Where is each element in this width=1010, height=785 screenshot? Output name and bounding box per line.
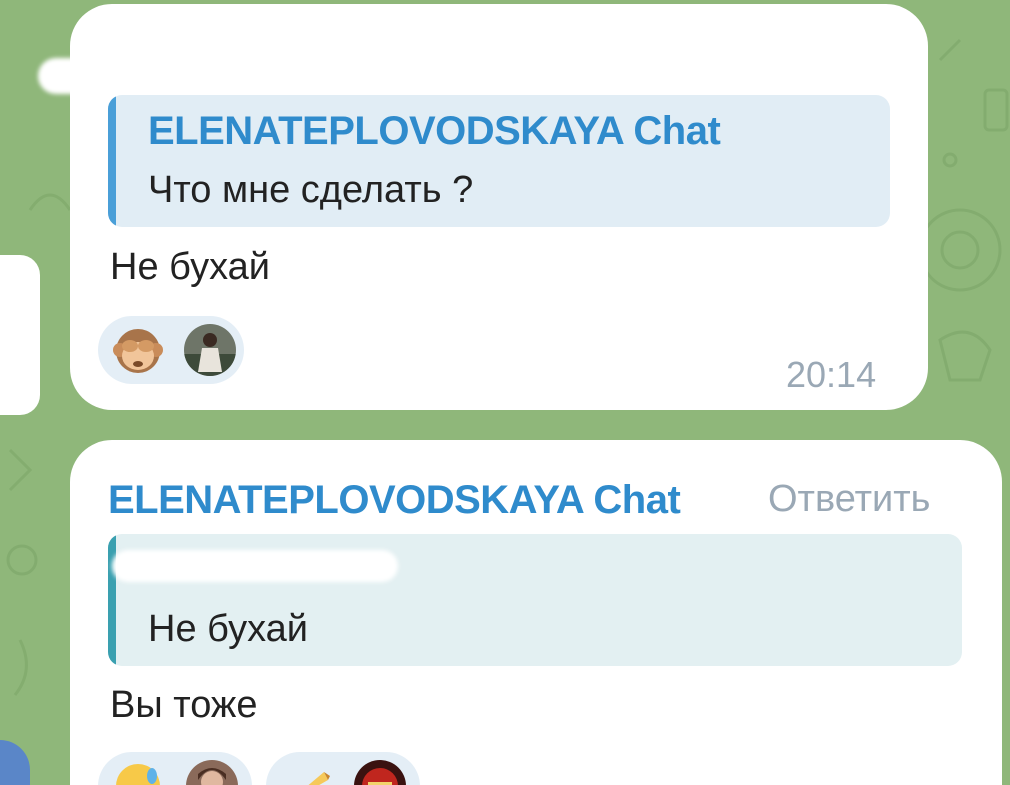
- user-avatar: [184, 324, 236, 376]
- reaction-chip[interactable]: [98, 316, 244, 384]
- reaction-chip[interactable]: [266, 752, 420, 785]
- quote-author: ELENATEPLOVODSKAYA Chat: [148, 109, 721, 153]
- quote-text: Что мне сделать ?: [148, 169, 474, 211]
- rolling-laughing-icon: [112, 760, 164, 785]
- reaction-chip[interactable]: [98, 752, 252, 785]
- user-avatar: [186, 760, 238, 785]
- reply-quote[interactable]: ELENATEPLOVODSKAYA Chat Что мне сделать …: [108, 95, 890, 227]
- reply-button[interactable]: Ответить: [768, 478, 930, 521]
- message-text: Вы тоже: [110, 684, 258, 726]
- message-text: Не бухай: [110, 246, 270, 288]
- quote-text: Не бухай: [148, 608, 308, 650]
- sender-name[interactable]: ELENATEPLOVODSKAYA Chat: [108, 478, 681, 523]
- user-avatar: [354, 760, 406, 785]
- redacted-name-scribble: [38, 58, 368, 94]
- message-timestamp: 20:14: [786, 354, 877, 395]
- left-edge-avatar-fragment: [0, 740, 30, 785]
- redacted-name-scribble: [112, 550, 398, 582]
- pizza-slice-icon: [280, 760, 332, 785]
- left-edge-fragment: [0, 255, 40, 415]
- see-no-evil-monkey-icon: [112, 324, 164, 376]
